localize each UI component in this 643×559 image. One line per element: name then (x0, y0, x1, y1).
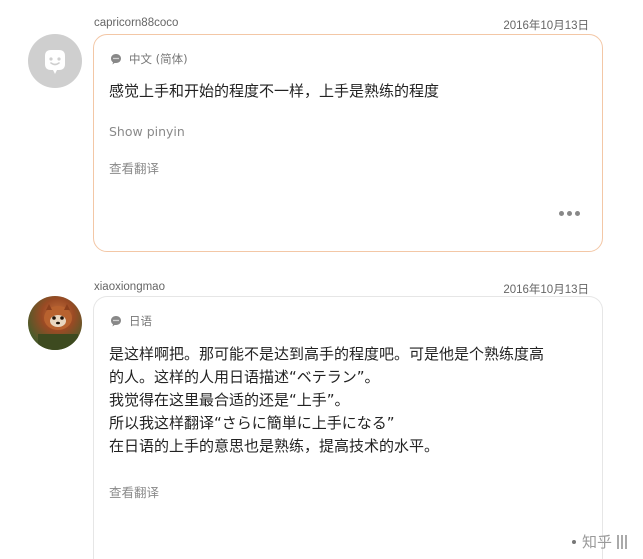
language-name: 中文 (简体) (129, 52, 188, 66)
view-translation-link[interactable]: 查看翻译 (109, 158, 159, 177)
comment-line: 在日语的上手的意思也是熟练，提高技术的水平。 (109, 437, 440, 455)
show-pinyin-link[interactable]: Show pinyin (109, 124, 185, 139)
language-label: 中文 (简体) (110, 51, 188, 67)
red-panda-avatar-photo (38, 304, 78, 350)
comment-bubble: 中文 (简体) 感觉上手和开始的程度不一样，上手是熟练的程度 Show piny… (93, 34, 603, 252)
avatar[interactable] (28, 296, 82, 350)
comment-line: 是这样啊把。那可能不是达到高手的程度吧。可是他是个熟练度高 (109, 345, 545, 363)
comment-text: 是这样啊把。那可能不是达到高手的程度吧。可是他是个熟练度高 的人。这样的人用日语… (109, 343, 589, 458)
comment-bubble: 日语 是这样啊把。那可能不是达到高手的程度吧。可是他是个熟练度高 的人。这样的人… (93, 296, 603, 559)
username[interactable]: capricorn88coco (94, 17, 178, 29)
language-label: 日语 (110, 313, 152, 329)
username[interactable]: xiaoxiongmao (94, 281, 165, 293)
comment-line: 感觉上手和开始的程度不一样，上手是熟练的程度 (109, 82, 440, 100)
chat-bubble-icon (111, 54, 121, 65)
view-translation-link[interactable]: 查看翻译 (109, 482, 159, 501)
comment-text: 感觉上手和开始的程度不一样，上手是熟练的程度 (109, 80, 589, 103)
avatar[interactable] (28, 34, 82, 88)
watermark-text: 知乎 (581, 533, 612, 551)
comment-line: 所以我这样翻译“さらに簡単に上手になる” (109, 414, 395, 432)
post-date: 2016年10月13日 (503, 20, 589, 32)
default-avatar-icon (45, 50, 65, 74)
language-name: 日语 (129, 314, 152, 328)
comment-line: 的人。这样的人用日语描述“ベテラン”。 (109, 368, 380, 386)
more-options-icon[interactable] (559, 211, 580, 216)
post-date: 2016年10月13日 (503, 284, 589, 296)
chat-bubble-icon (111, 316, 121, 327)
comment-line: 我觉得在这里最合适的还是“上手”。 (109, 391, 350, 409)
zhihu-watermark: 知乎 (571, 531, 627, 552)
